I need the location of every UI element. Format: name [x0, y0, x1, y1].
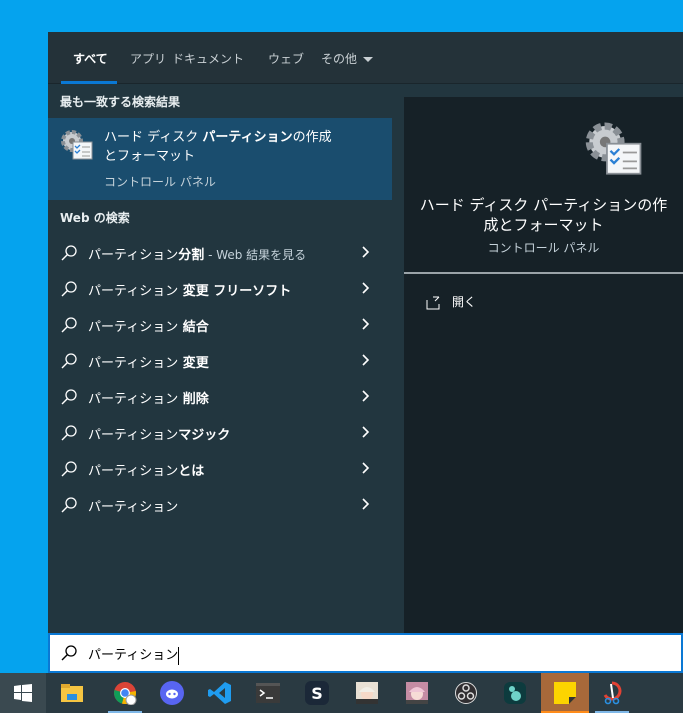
divider [404, 272, 683, 274]
tab-all[interactable]: すべて [73, 50, 108, 67]
tab-bar: すべて アプリ ドキュメント ウェブ その他 [48, 32, 683, 84]
terminal-icon [256, 683, 280, 703]
suggestion-text: パーティション分割 - Web 結果を見る [88, 248, 307, 263]
search-box[interactable]: パーティション [48, 633, 683, 673]
taskbar-snipping-tool[interactable] [592, 673, 632, 713]
tab-documents[interactable]: ドキュメント [172, 50, 244, 67]
open-label: 開く [452, 295, 477, 309]
search-icon [61, 281, 77, 297]
best-match-title: ハード ディスク パーティションの作成とフォーマット [104, 130, 332, 164]
taskbar-s-app[interactable]: S [297, 673, 337, 713]
web-suggestion-item[interactable]: パーティションマジック [48, 414, 392, 450]
s-app-icon: S [305, 681, 329, 705]
search-icon [61, 353, 77, 369]
chevron-right-icon [362, 462, 370, 474]
disk-management-gear-icon [61, 130, 93, 160]
tab-web[interactable]: ウェブ [268, 50, 304, 67]
disk-management-gear-icon [585, 122, 642, 175]
chevron-right-icon [362, 246, 370, 258]
preview-title: ハード ディスク パーティションの作成とフォーマット [419, 196, 668, 234]
snipping-tool-icon [601, 681, 623, 705]
best-match-heading: 最も一致する検索結果 [60, 95, 181, 109]
suggestion-text: パーティションマジック [88, 428, 231, 443]
web-suggestion-item[interactable]: パーティション [48, 486, 392, 522]
suggestion-text: パーティション 変更 [88, 356, 209, 371]
obs-icon [455, 682, 477, 704]
tab-more-label: その他 [321, 52, 358, 66]
suggestion-text: パーティションとは [88, 464, 205, 479]
chevron-right-icon [362, 498, 370, 510]
chevron-right-icon [362, 282, 370, 294]
chevron-right-icon [362, 390, 370, 402]
chrome-icon [113, 681, 137, 705]
best-match-subtitle: コントロール パネル [104, 175, 216, 189]
taskbar-obs[interactable] [446, 673, 486, 713]
taskbar-terminal[interactable] [248, 673, 288, 713]
discord-icon [160, 681, 184, 705]
taskbar-anime-avatar-1[interactable] [347, 673, 387, 713]
anime-avatar-2-icon [406, 682, 428, 704]
app-green-icon [504, 682, 526, 704]
search-icon [61, 245, 77, 261]
taskbar-chrome[interactable] [105, 673, 145, 713]
suggestion-text: パーティション [88, 500, 179, 515]
chevron-right-icon [362, 426, 370, 438]
vscode-icon [208, 681, 232, 705]
search-input[interactable]: パーティション [88, 644, 180, 665]
caret-down-icon [363, 57, 374, 62]
taskbar-file-explorer[interactable] [52, 673, 92, 713]
web-search-heading: Web の検索 [60, 211, 130, 225]
web-suggestion-item[interactable]: パーティション分割 - Web 結果を見る [48, 234, 392, 270]
search-icon [61, 389, 77, 405]
taskbar-discord[interactable] [152, 673, 192, 713]
results-list: 最も一致する検索結果 ハード ディスク パーティションの作成とフォーマット コン… [48, 85, 392, 633]
preview-pane: ハード ディスク パーティションの作成とフォーマット コントロール パネル 開く [404, 97, 683, 633]
suggestion-text: パーティション 結合 [88, 320, 209, 335]
open-external-icon [426, 296, 440, 309]
search-window: すべて アプリ ドキュメント ウェブ その他 最も一致する検索結果 ハード ディ… [48, 32, 683, 673]
start-icon [14, 684, 32, 702]
chevron-right-icon [362, 318, 370, 330]
start-button[interactable] [0, 673, 46, 713]
suggestion-text: パーティション 変更 フリーソフト [88, 284, 292, 299]
search-icon [61, 497, 77, 513]
search-icon [61, 461, 77, 477]
tab-more[interactable]: その他 [321, 50, 374, 67]
svg-text:S: S [311, 684, 323, 703]
active-tab-indicator [61, 81, 117, 84]
web-suggestion-item[interactable]: パーティション 変更 フリーソフト [48, 270, 392, 306]
taskbar-app-green[interactable] [495, 673, 535, 713]
taskbar: S [0, 673, 683, 713]
search-icon [61, 317, 77, 333]
open-action[interactable]: 開く [426, 293, 476, 310]
web-suggestion-item[interactable]: パーティション 変更 [48, 342, 392, 378]
chevron-right-icon [362, 354, 370, 366]
text-cursor [178, 646, 180, 665]
sticky-notes-icon [554, 682, 576, 704]
file-explorer-icon [61, 683, 83, 703]
web-suggestion-item[interactable]: パーティション 結合 [48, 306, 392, 342]
web-suggestion-item[interactable]: パーティションとは [48, 450, 392, 486]
taskbar-sticky-notes[interactable] [541, 673, 589, 713]
web-suggestion-item[interactable]: パーティション 削除 [48, 378, 392, 414]
preview-subtitle: コントロール パネル [487, 241, 600, 255]
taskbar-anime-avatar-2[interactable] [397, 673, 437, 713]
suggestion-text: パーティション 削除 [88, 392, 209, 407]
taskbar-vscode[interactable] [200, 673, 240, 713]
anime-avatar-1-icon [356, 682, 378, 704]
search-icon [61, 645, 77, 661]
tab-apps[interactable]: アプリ [130, 50, 166, 67]
best-match-item[interactable]: ハード ディスク パーティションの作成とフォーマット コントロール パネル [48, 118, 392, 200]
search-icon [61, 425, 77, 441]
